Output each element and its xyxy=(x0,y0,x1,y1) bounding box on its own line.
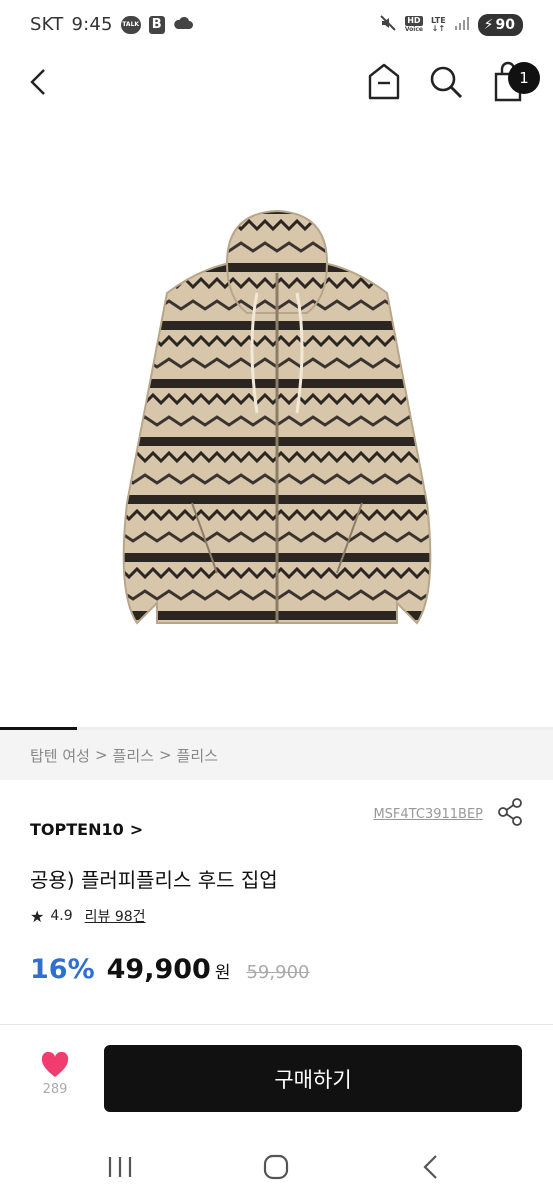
clock: 9:45 xyxy=(71,14,113,35)
buy-button[interactable]: 구매하기 xyxy=(104,1045,522,1112)
brand-link[interactable]: TOPTEN10 > xyxy=(30,820,143,839)
battery-level: 90 xyxy=(495,17,515,33)
like-count: 289 xyxy=(42,1082,68,1097)
brand-name: TOPTEN10 xyxy=(30,820,124,839)
heart-icon xyxy=(41,1052,69,1077)
signal-icon xyxy=(454,15,470,35)
battery-indicator: ⚡ 90 xyxy=(477,14,523,36)
breadcrumb-item-fleece[interactable]: 플리스 xyxy=(113,745,154,766)
charging-icon: ⚡ xyxy=(483,17,494,33)
breadcrumb-item-women[interactable]: 탑텐 여성 xyxy=(30,745,90,766)
hd-voice-icon: HD Voice xyxy=(404,16,423,34)
cloud-icon xyxy=(173,15,193,34)
recent-apps-button[interactable] xyxy=(106,1154,134,1184)
review-count-link[interactable]: 리뷰 98건 xyxy=(85,906,146,926)
b-app-icon: B xyxy=(148,15,165,34)
like-button[interactable]: 289 xyxy=(30,1052,80,1108)
talk-icon: TALK xyxy=(120,15,141,34)
status-bar: SKT 9:45 TALK B HD Voice LTE ↓↑ ⚡ 90 xyxy=(0,0,553,52)
star-icon: ★ xyxy=(30,906,45,926)
recent-apps-icon xyxy=(108,1157,132,1177)
b-app-label: B xyxy=(151,16,162,32)
breadcrumb: 탑텐 여성 > 플리스 > 플리스 xyxy=(0,730,553,780)
price-row: 16% 49,900 원 59,900 xyxy=(30,954,309,985)
rating-value: 4.9 xyxy=(50,908,73,924)
back-icon xyxy=(30,69,45,95)
status-right: HD Voice LTE ↓↑ ⚡ 90 xyxy=(379,14,523,36)
home-icon xyxy=(368,63,400,100)
carrier-label: SKT xyxy=(30,14,64,35)
product-image[interactable] xyxy=(0,120,553,726)
talk-icon-label: TALK xyxy=(122,20,140,28)
back-button[interactable] xyxy=(22,64,58,100)
cart-count-badge: 1 xyxy=(508,62,540,94)
hd-label: HD xyxy=(404,16,423,26)
chevron-right-icon: > xyxy=(129,820,144,839)
system-nav-bar xyxy=(0,1140,553,1200)
voice-label: Voice xyxy=(404,26,423,33)
sku-row: MSF4TC3911BEP xyxy=(373,798,523,830)
lte-arrows-icon: ↓↑ xyxy=(431,24,446,33)
home-button[interactable] xyxy=(366,62,402,102)
status-left: SKT 9:45 TALK B xyxy=(30,14,193,35)
top-nav xyxy=(0,52,553,112)
system-home-button[interactable] xyxy=(262,1154,290,1184)
system-back-button[interactable] xyxy=(420,1154,442,1184)
search-icon xyxy=(430,66,462,98)
share-icon[interactable] xyxy=(497,798,523,830)
system-back-icon xyxy=(423,1155,437,1179)
original-price: 59,900 xyxy=(246,962,310,983)
divider xyxy=(0,1024,553,1025)
product-sku[interactable]: MSF4TC3911BEP xyxy=(373,807,483,822)
breadcrumb-separator: > xyxy=(94,746,108,764)
fleece-jacket-image xyxy=(122,209,431,625)
breadcrumb-separator: > xyxy=(158,746,172,764)
search-button[interactable] xyxy=(426,62,466,102)
discount-rate: 16% xyxy=(30,954,95,985)
system-home-icon xyxy=(263,1154,289,1180)
currency-label: 원 xyxy=(214,963,231,983)
rating-row: ★ 4.9 리뷰 98건 xyxy=(30,906,146,926)
sale-price: 49,900 xyxy=(106,954,211,985)
mute-icon xyxy=(379,14,397,36)
product-title: 공용) 플러피플리스 후드 집업 xyxy=(30,868,278,892)
breadcrumb-item-fleece-sub[interactable]: 플리스 xyxy=(177,745,218,766)
lte-icon: LTE ↓↑ xyxy=(431,17,446,33)
